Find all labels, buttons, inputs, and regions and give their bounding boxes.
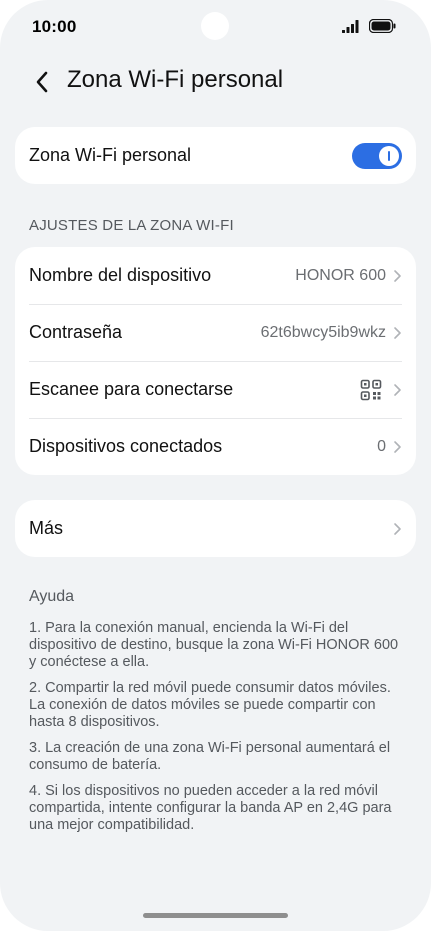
phone-screen: 10:00 Zona Wi-Fi personal Zona Wi-Fi per… <box>0 0 431 931</box>
chevron-right-icon <box>394 440 401 453</box>
device-name-value: HONOR 600 <box>295 266 386 284</box>
chevron-right-icon <box>394 383 401 396</box>
scan-to-connect-label: Escanee para conectarse <box>29 379 234 399</box>
chevron-left-icon <box>36 71 48 93</box>
home-indicator[interactable] <box>143 913 288 918</box>
app-header: Zona Wi-Fi personal <box>0 60 431 102</box>
hotspot-toggle-card: Zona Wi-Fi personal <box>15 127 416 184</box>
toggle-knob <box>379 145 399 166</box>
status-time: 10:00 <box>32 17 77 36</box>
signal-icon <box>342 20 359 33</box>
device-name-label: Nombre del dispositivo <box>29 265 212 285</box>
help-title: Ayuda <box>29 588 75 605</box>
connected-devices-count: 0 <box>377 437 386 455</box>
battery-icon <box>369 19 396 33</box>
scan-to-connect-row[interactable]: Escanee para conectarse <box>15 361 416 418</box>
page-title: Zona Wi-Fi personal <box>67 66 284 93</box>
chevron-right-icon <box>394 269 401 282</box>
front-camera-cutout <box>201 12 229 40</box>
qr-code-icon <box>360 379 382 400</box>
connected-devices-label: Dispositivos conectados <box>29 436 223 456</box>
more-card: Más <box>15 500 416 557</box>
hotspot-settings-card: Nombre del dispositivo HONOR 600 Contras… <box>15 247 416 475</box>
section-header-hotspot-settings: AJUSTES DE LA ZONA WI-FI <box>29 217 234 234</box>
connected-devices-row[interactable]: Dispositivos conectados 0 <box>15 418 416 475</box>
help-item: 4. Si los dispositivos no pueden acceder… <box>29 783 392 833</box>
help-section: Ayuda 1. Para la conexión manual, encien… <box>29 588 403 843</box>
help-item: 3. La creación de una zona Wi-Fi persona… <box>29 740 391 773</box>
chevron-right-icon <box>394 522 401 535</box>
help-item: 1. Para la conexión manual, encienda la … <box>29 620 399 670</box>
hotspot-toggle-switch[interactable] <box>352 142 402 169</box>
password-row[interactable]: Contraseña 62t6bwcy5ib9wkz <box>15 304 416 361</box>
help-item: 2. Compartir la red móvil puede consumir… <box>29 680 391 730</box>
more-label: Más <box>29 518 64 538</box>
hotspot-toggle-row[interactable]: Zona Wi-Fi personal <box>15 127 416 184</box>
more-row[interactable]: Más <box>15 500 416 557</box>
password-value: 62t6bwcy5ib9wkz <box>260 323 386 341</box>
device-name-row[interactable]: Nombre del dispositivo HONOR 600 <box>15 247 416 304</box>
status-bar: 10:00 <box>0 0 431 56</box>
chevron-right-icon <box>394 326 401 339</box>
password-label: Contraseña <box>29 322 123 342</box>
hotspot-toggle-label: Zona Wi-Fi personal <box>29 145 192 165</box>
back-button[interactable] <box>28 68 56 96</box>
